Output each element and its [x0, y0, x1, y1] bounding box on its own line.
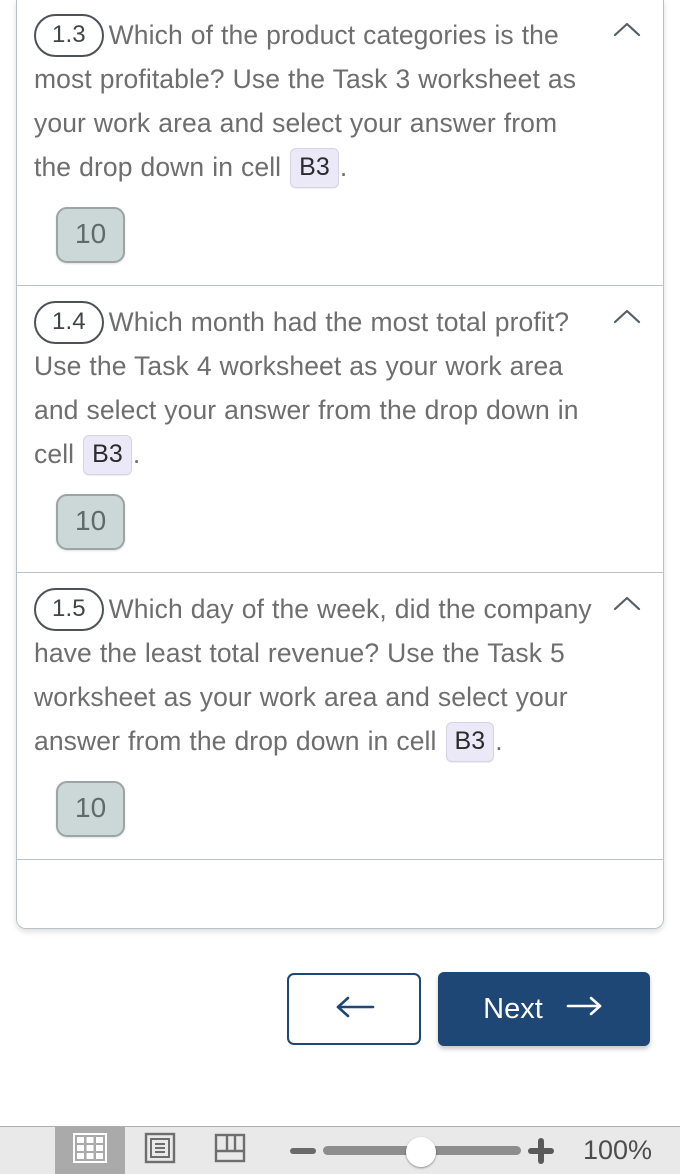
question-statement-tail: . [339, 152, 348, 182]
zoom-in-button[interactable] [521, 1129, 561, 1173]
cell-reference-chip: B3 [445, 722, 495, 762]
question-statement: Which day of the week, did the company h… [34, 594, 592, 756]
question-text: 1.3 Which of the product categories is th… [34, 13, 646, 189]
zoom-slider[interactable] [323, 1129, 521, 1173]
view-mode-reading-button[interactable] [125, 1127, 195, 1174]
question-text: 1.5 Which day of the week, did the compan… [34, 587, 646, 763]
chevron-up-icon[interactable] [611, 306, 643, 328]
card-footer-spacer [17, 860, 663, 928]
question-card: 1.3 Which of the product categories is th… [16, 0, 664, 929]
points-badge: 10 [56, 781, 126, 837]
grid-icon [73, 1133, 107, 1168]
minus-icon [290, 1147, 316, 1154]
exam-question-panel: 1.3 Which of the product categories is th… [0, 0, 680, 1174]
arrow-right-icon [565, 993, 605, 1026]
view-mode-layout-button[interactable] [195, 1127, 265, 1174]
chevron-up-icon[interactable] [611, 593, 643, 615]
points-badge: 10 [56, 494, 126, 550]
question-text: 1.4 Which month had the most total profit… [34, 300, 646, 476]
view-mode-grid-button[interactable] [55, 1127, 125, 1174]
split-layout-icon [214, 1133, 246, 1168]
question-number-badge: 1.3 [34, 14, 104, 57]
plus-icon [528, 1137, 554, 1164]
chevron-up-icon[interactable] [611, 19, 643, 41]
zoom-out-button[interactable] [283, 1129, 323, 1173]
question-statement-tail: . [132, 439, 141, 469]
question-number-badge: 1.4 [34, 301, 104, 344]
next-button[interactable]: Next [438, 972, 650, 1046]
points-badge: 10 [56, 207, 126, 263]
question-number-badge: 1.5 [34, 588, 104, 631]
next-button-label: Next [483, 992, 543, 1025]
zoom-level-label: 100% [583, 1135, 653, 1165]
page-icon [144, 1132, 176, 1169]
question-item: 1.3 Which of the product categories is th… [17, 0, 663, 286]
zoom-control: 100% [283, 1129, 652, 1173]
cell-reference-chip: B3 [83, 435, 132, 475]
status-bar: 100% [0, 1126, 680, 1174]
cell-reference-chip: B3 [290, 148, 339, 188]
question-item: 1.5 Which day of the week, did the compan… [17, 573, 663, 860]
question-item: 1.4 Which month had the most total profit… [17, 286, 663, 573]
arrow-left-icon [331, 994, 377, 1025]
question-statement-tail: . [495, 726, 503, 756]
navigation-bar: Next [0, 971, 680, 1047]
back-button[interactable] [287, 973, 421, 1045]
zoom-slider-thumb[interactable] [406, 1136, 436, 1167]
